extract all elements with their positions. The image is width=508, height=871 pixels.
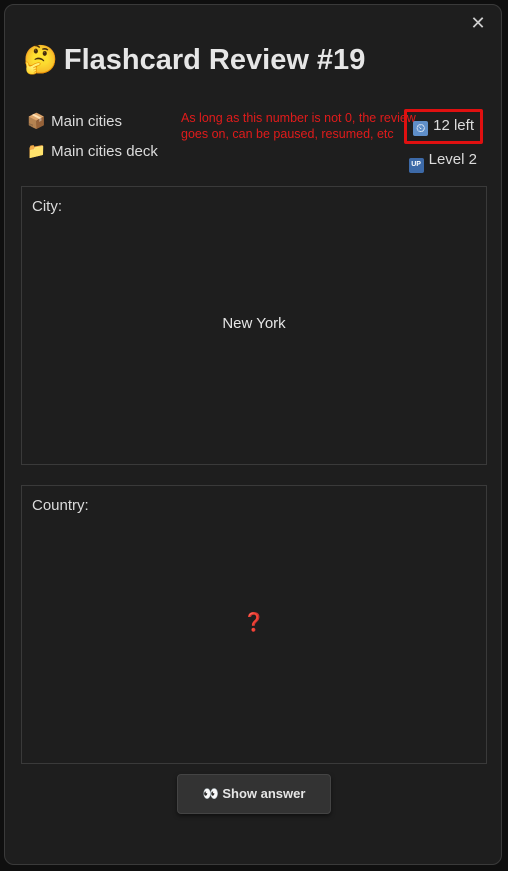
- close-icon[interactable]: ✕: [469, 15, 487, 33]
- eyes-icon: 👀: [202, 786, 219, 801]
- timer-icon: ⏲: [413, 121, 429, 136]
- back-field-label: Country:: [32, 497, 89, 514]
- question-mark-icon: ❓: [242, 612, 266, 632]
- title-text: Flashcard Review #19: [63, 44, 366, 76]
- folder-row: 📁 Main cities deck: [27, 143, 158, 173]
- deck-row: 📦 Main cities: [27, 113, 158, 143]
- folder-name: Main cities deck: [51, 143, 158, 160]
- annotation-note: As long as this number is not 0, the rev…: [181, 111, 416, 141]
- review-status: ⏲ 12 left UP Level 2: [404, 109, 483, 173]
- front-field-label: City:: [32, 198, 62, 215]
- level-row: UP Level 2: [404, 150, 483, 173]
- front-field: City: New York: [21, 186, 487, 465]
- folder-icon: 📁: [27, 143, 46, 160]
- back-field: Country: ❓: [21, 485, 487, 764]
- remaining-count-highlight: ⏲ 12 left: [404, 109, 483, 144]
- thinking-face-icon: 🤔: [23, 44, 58, 75]
- review-modal: ✕ 🤔 Flashcard Review #19 📦 Main cities 📁 …: [4, 4, 502, 865]
- front-field-value: New York: [222, 315, 286, 332]
- deck-name: Main cities: [51, 113, 123, 130]
- page-title: 🤔 Flashcard Review #19: [23, 43, 365, 77]
- show-answer-label: Show answer: [222, 786, 306, 801]
- deck-info: 📦 Main cities 📁 Main cities deck: [27, 113, 158, 173]
- package-icon: 📦: [27, 113, 46, 130]
- remaining-count: 12 left: [433, 117, 474, 134]
- show-answer-button[interactable]: 👀 Show answer: [177, 774, 331, 814]
- level-label: Level 2: [428, 151, 477, 168]
- up-arrow-icon: UP: [408, 158, 424, 173]
